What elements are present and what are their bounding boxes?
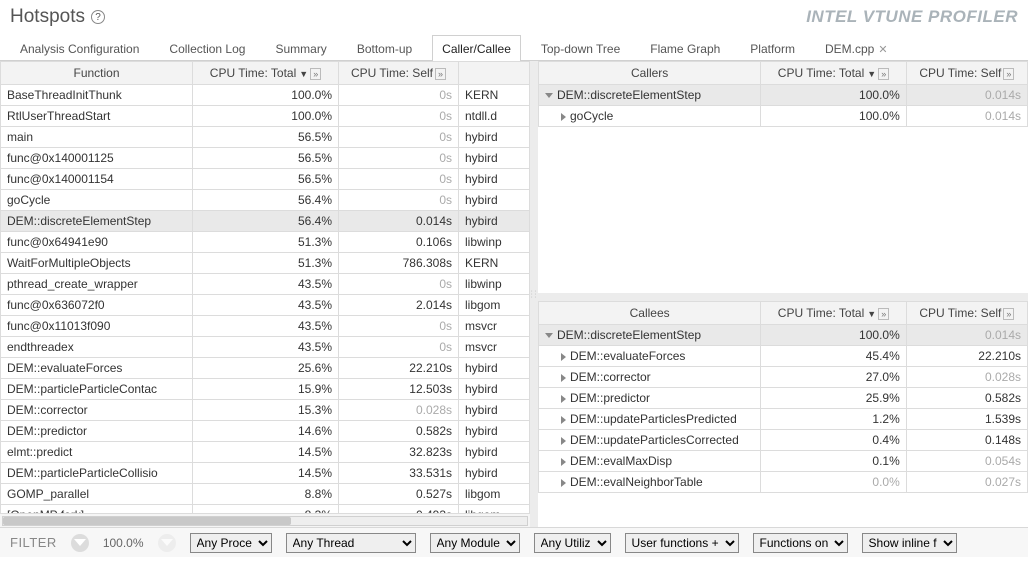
- tab-dem-cpp[interactable]: DEM.cpp✕: [815, 35, 898, 61]
- help-icon[interactable]: ?: [91, 10, 105, 24]
- tab-platform[interactable]: Platform: [740, 35, 805, 61]
- table-row[interactable]: DEM::particleParticleContac15.9%12.503sh…: [1, 379, 530, 400]
- brand-logo: INTEL VTUNE PROFILER: [806, 7, 1018, 27]
- module-combo[interactable]: Any Module: [430, 533, 520, 553]
- col-module-clipped[interactable]: [459, 62, 530, 85]
- tree-toggle-icon[interactable]: [561, 113, 566, 121]
- horizontal-splitter[interactable]: [538, 293, 1028, 301]
- col-cpu-self[interactable]: CPU Time: Self»: [906, 62, 1027, 85]
- vertical-splitter[interactable]: ······: [530, 61, 538, 527]
- tree-toggle-icon[interactable]: [561, 479, 566, 487]
- expand-icon[interactable]: »: [310, 68, 321, 80]
- col-callers[interactable]: Callers: [539, 62, 761, 85]
- col-callees[interactable]: Callees: [539, 302, 761, 325]
- thread-combo[interactable]: Any Thread: [286, 533, 416, 553]
- table-row[interactable]: DEM::evalNeighborTable0.0%0.027s: [539, 472, 1028, 493]
- grouping-combo[interactable]: Functions on: [753, 533, 848, 553]
- filter-percent: 100.0%: [103, 536, 144, 550]
- function-table[interactable]: Function CPU Time: Total▼» CPU Time: Sel…: [0, 61, 530, 513]
- callers-table[interactable]: Callers CPU Time: Total▼» CPU Time: Self…: [538, 61, 1028, 127]
- table-row[interactable]: BaseThreadInitThunk100.0%0sKERN: [1, 85, 530, 106]
- table-row[interactable]: DEM::corrector15.3%0.028shybird: [1, 400, 530, 421]
- col-cpu-self[interactable]: CPU Time: Self»: [906, 302, 1027, 325]
- tree-toggle-icon[interactable]: [545, 333, 553, 338]
- table-row[interactable]: DEM::particleParticleCollisio14.5%33.531…: [1, 463, 530, 484]
- table-row[interactable]: func@0x11013f09043.5%0smsvcr: [1, 316, 530, 337]
- tab-collection-log[interactable]: Collection Log: [159, 35, 255, 61]
- tab-summary[interactable]: Summary: [265, 35, 336, 61]
- table-row[interactable]: func@0x64941e9051.3%0.106slibwinp: [1, 232, 530, 253]
- horizontal-scrollbar[interactable]: [0, 513, 530, 527]
- table-row[interactable]: main56.5%0shybird: [1, 127, 530, 148]
- table-row[interactable]: [OpenMP fork]8.3%0.493slibgom: [1, 505, 530, 514]
- table-row[interactable]: DEM::evaluateForces45.4%22.210s: [539, 346, 1028, 367]
- tree-toggle-icon[interactable]: [545, 93, 553, 98]
- table-row[interactable]: DEM::discreteElementStep56.4%0.014shybir…: [1, 211, 530, 232]
- col-cpu-total[interactable]: CPU Time: Total▼»: [761, 302, 906, 325]
- callees-table[interactable]: Callees CPU Time: Total▼» CPU Time: Self…: [538, 301, 1028, 493]
- tree-toggle-icon[interactable]: [561, 437, 566, 445]
- table-row[interactable]: elmt::predict14.5%32.823shybird: [1, 442, 530, 463]
- col-function[interactable]: Function: [1, 62, 193, 85]
- table-row[interactable]: DEM::evalMaxDisp0.1%0.054s: [539, 451, 1028, 472]
- tab-analysis-configuration[interactable]: Analysis Configuration: [10, 35, 149, 61]
- expand-icon[interactable]: »: [1003, 308, 1014, 320]
- table-row[interactable]: GOMP_parallel8.8%0.527slibgom: [1, 484, 530, 505]
- tree-toggle-icon[interactable]: [561, 416, 566, 424]
- table-row[interactable]: DEM::discreteElementStep100.0%0.014s: [539, 85, 1028, 106]
- table-row[interactable]: DEM::updateParticlesCorrected0.4%0.148s: [539, 430, 1028, 451]
- table-row[interactable]: WaitForMultipleObjects51.3%786.308sKERN: [1, 253, 530, 274]
- table-row[interactable]: RtlUserThreadStart100.0%0sntdll.d: [1, 106, 530, 127]
- table-row[interactable]: DEM::discreteElementStep100.0%0.014s: [539, 325, 1028, 346]
- funnel-icon[interactable]: [71, 534, 89, 552]
- tab-caller-callee[interactable]: Caller/Callee: [432, 35, 521, 61]
- inline-combo[interactable]: Show inline f: [862, 533, 957, 553]
- process-combo[interactable]: Any Proce: [190, 533, 272, 553]
- tab-top-down-tree[interactable]: Top-down Tree: [531, 35, 630, 61]
- expand-icon[interactable]: »: [878, 68, 889, 80]
- table-row[interactable]: DEM::corrector27.0%0.028s: [539, 367, 1028, 388]
- utilization-combo[interactable]: Any Utiliz: [534, 533, 611, 553]
- expand-icon[interactable]: »: [1003, 68, 1014, 80]
- table-row[interactable]: func@0x14000112556.5%0shybird: [1, 148, 530, 169]
- tab-bottom-up[interactable]: Bottom-up: [347, 35, 422, 61]
- funnel-clear-icon[interactable]: [158, 534, 176, 552]
- tree-toggle-icon[interactable]: [561, 458, 566, 466]
- table-row[interactable]: DEM::predictor25.9%0.582s: [539, 388, 1028, 409]
- table-row[interactable]: goCycle100.0%0.014s: [539, 106, 1028, 127]
- col-cpu-total[interactable]: CPU Time: Total▼»: [193, 62, 339, 85]
- page-title: Hotspots ?: [10, 6, 105, 28]
- tree-toggle-icon[interactable]: [561, 395, 566, 403]
- table-row[interactable]: pthread_create_wrapper43.5%0slibwinp: [1, 274, 530, 295]
- table-row[interactable]: DEM::predictor14.6%0.582shybird: [1, 421, 530, 442]
- tab-bar: Analysis Configuration Collection Log Summ…: [0, 30, 1028, 61]
- table-row[interactable]: func@0x636072f043.5%2.014slibgom: [1, 295, 530, 316]
- filter-bar: FILTER 100.0% Any Proce Any Thread Any M…: [0, 527, 1028, 557]
- col-cpu-self[interactable]: CPU Time: Self»: [339, 62, 459, 85]
- callstack-combo[interactable]: User functions +: [625, 533, 739, 553]
- tab-flame-graph[interactable]: Flame Graph: [640, 35, 730, 61]
- tree-toggle-icon[interactable]: [561, 353, 566, 361]
- col-cpu-total[interactable]: CPU Time: Total▼»: [761, 62, 906, 85]
- expand-icon[interactable]: »: [878, 308, 889, 320]
- table-row[interactable]: goCycle56.4%0shybird: [1, 190, 530, 211]
- close-icon[interactable]: ✕: [878, 44, 887, 56]
- filter-label: FILTER: [10, 535, 57, 550]
- table-row[interactable]: DEM::evaluateForces25.6%22.210shybird: [1, 358, 530, 379]
- table-row[interactable]: func@0x14000115456.5%0shybird: [1, 169, 530, 190]
- expand-icon[interactable]: »: [435, 68, 446, 80]
- tree-toggle-icon[interactable]: [561, 374, 566, 382]
- table-row[interactable]: endthreadex43.5%0smsvcr: [1, 337, 530, 358]
- table-row[interactable]: DEM::updateParticlesPredicted1.2%1.539s: [539, 409, 1028, 430]
